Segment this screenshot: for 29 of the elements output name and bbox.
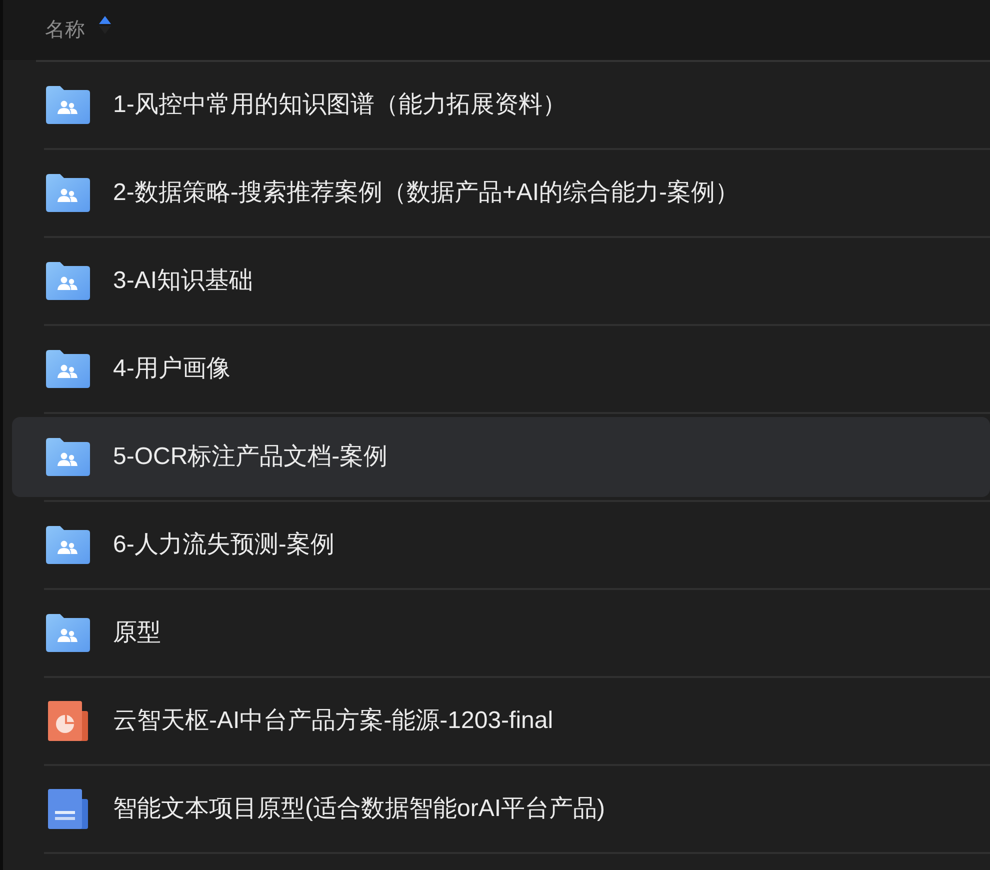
shared-folder-icon [46,174,90,212]
file-row[interactable]: 云智天枢-AI中台产品方案-能源-1203-final [12,681,990,761]
file-name: 云智天枢-AI中台产品方案-能源-1203-final [113,709,554,733]
file-name: 2-数据策略-搜索推荐案例（数据产品+AI的综合能力-案例） [113,181,740,205]
file-name: 原型 [113,621,161,645]
file-row[interactable]: 2-数据策略-搜索推荐案例（数据产品+AI的综合能力-案例） [12,153,990,233]
shared-folder-icon [46,86,90,124]
file-name: 1-风控中常用的知识图谱（能力拓展资料） [113,93,566,117]
file-row[interactable]: 5-OCR标注产品文档-案例 [12,417,990,497]
sort-arrow-icon[interactable] [99,16,111,34]
name-column-header[interactable]: 名称 [45,20,85,40]
file-row[interactable]: 智能文本项目原型(适合数据智能orAI平台产品) [12,769,990,849]
file-name: 3-AI知识基础 [113,269,254,293]
file-name: 4-用户画像 [113,357,230,381]
shared-folder-icon [46,438,90,476]
file-name: 智能文本项目原型(适合数据智能orAI平台产品) [113,797,605,821]
file-row[interactable]: 6-人力流失预测-案例 [12,505,990,585]
shared-folder-icon [46,350,90,388]
shared-folder-icon [46,526,90,564]
shared-folder-icon [46,614,90,652]
file-row[interactable]: 原型 [12,593,990,673]
file-name: 6-人力流失预测-案例 [113,533,334,557]
file-row[interactable]: 3-AI知识基础 [12,241,990,321]
file-name: 5-OCR标注产品文档-案例 [113,445,388,469]
file-row[interactable]: 1-风控中常用的知识图谱（能力拓展资料） [12,65,990,145]
presentation-file-icon [48,701,88,741]
shared-folder-icon [46,262,90,300]
file-row[interactable]: 4-用户画像 [12,329,990,409]
document-file-icon [48,789,88,829]
